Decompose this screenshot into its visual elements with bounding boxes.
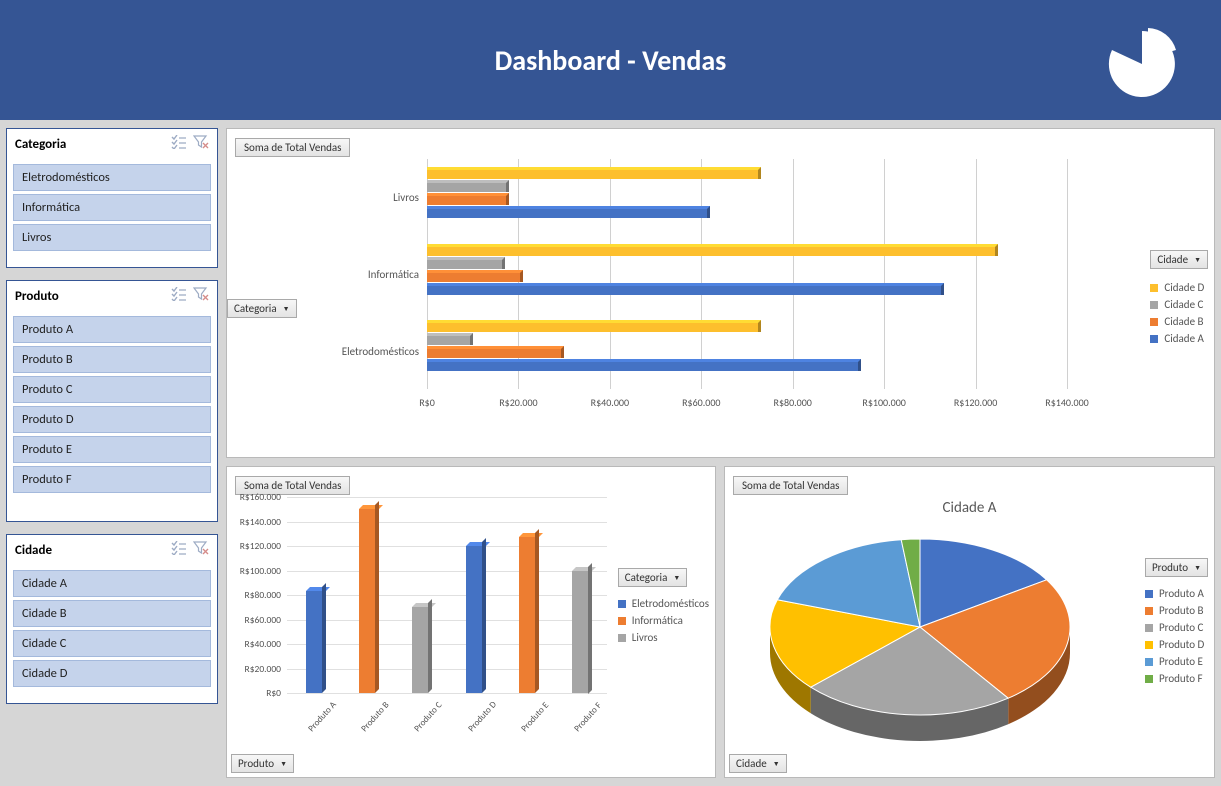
legend-item: Produto F [1145, 672, 1208, 685]
slicer-item[interactable]: Produto F [13, 466, 211, 493]
dashboard-header: Dashboard - Vendas [0, 0, 1221, 120]
legend-item: Produto C [1145, 621, 1208, 634]
clear-filter-icon[interactable] [193, 135, 209, 154]
slicer-item[interactable]: Produto E [13, 436, 211, 463]
legend-item: Produto D [1145, 638, 1208, 651]
legend-item: Produto B [1145, 604, 1208, 617]
slicer-item[interactable]: Cidade A [13, 570, 211, 597]
slicer-cidade: Cidade Cidade A Cidade B Cidade C Cidade… [6, 534, 218, 704]
pie-title: Cidade A [733, 499, 1206, 517]
slicer-title: Categoria [15, 137, 66, 152]
chart-legend: Cidade Cidade D Cidade C Cidade B Cidade… [1150, 249, 1208, 349]
slicer-item[interactable]: Eletrodomésticos [13, 164, 211, 191]
axis-field-cidade[interactable]: Cidade [729, 754, 787, 773]
slicer-produto: Produto Produto A Produto B Produto C Pr… [6, 280, 218, 522]
chart-value-chip: Soma de Total Vendas [733, 476, 848, 495]
legend-field-produto[interactable]: Produto [1145, 558, 1208, 577]
axis-field-produto[interactable]: Produto [231, 754, 294, 773]
legend-item: Produto A [1145, 587, 1208, 600]
multiselect-icon[interactable] [171, 287, 187, 306]
slicer-item[interactable]: Produto C [13, 376, 211, 403]
page-title: Dashboard - Vendas [495, 43, 727, 78]
slicer-item[interactable]: Produto A [13, 316, 211, 343]
slicer-panel: Categoria Eletrodomésticos Informática L… [6, 128, 218, 778]
legend-item: Cidade B [1150, 315, 1208, 328]
multiselect-icon[interactable] [171, 541, 187, 560]
legend-item: Produto E [1145, 655, 1208, 668]
slicer-item[interactable]: Cidade D [13, 660, 211, 687]
slicer-title: Cidade [15, 543, 52, 558]
legend-item: Eletrodomésticos [618, 597, 709, 610]
legend-item: Informática [618, 614, 709, 627]
slicer-title: Produto [15, 289, 59, 304]
slicer-item[interactable]: Livros [13, 224, 211, 251]
chart-vendas-por-categoria-cidade: Soma de Total Vendas Categoria R$0R$20.0… [226, 128, 1215, 458]
chart-plot-area [755, 527, 1085, 747]
slicer-item[interactable]: Produto D [13, 406, 211, 433]
chart-plot-area: R$0R$20.000R$40.000R$60.000R$80.000R$100… [427, 159, 1067, 409]
slicer-item[interactable]: Cidade C [13, 630, 211, 657]
slicer-categoria: Categoria Eletrodomésticos Informática L… [6, 128, 218, 268]
chart-legend: Produto Produto A Produto B Produto C Pr… [1145, 557, 1208, 689]
slicer-item[interactable]: Produto B [13, 346, 211, 373]
legend-field-categoria[interactable]: Categoria [618, 568, 688, 587]
clear-filter-icon[interactable] [193, 541, 209, 560]
axis-field-categoria[interactable]: Categoria [227, 299, 297, 318]
logo-pie-icon [1103, 25, 1181, 108]
legend-item: Cidade C [1150, 298, 1208, 311]
chart-vendas-por-produto: Soma de Total Vendas R$0R$20.000R$40.000… [226, 466, 716, 778]
clear-filter-icon[interactable] [193, 287, 209, 306]
slicer-item[interactable]: Cidade B [13, 600, 211, 627]
legend-item: Cidade D [1150, 281, 1208, 294]
legend-item: Cidade A [1150, 332, 1208, 345]
legend-field-cidade[interactable]: Cidade [1150, 250, 1208, 269]
multiselect-icon[interactable] [171, 135, 187, 154]
chart-pie-cidade: Soma de Total Vendas Cidade A Produto Pr… [724, 466, 1215, 778]
chart-value-chip: Soma de Total Vendas [235, 138, 350, 157]
chart-plot-area: R$0R$20.000R$40.000R$60.000R$80.000R$100… [287, 497, 607, 717]
legend-item: Livros [618, 631, 709, 644]
chart-legend: Categoria Eletrodomésticos Informática L… [618, 567, 709, 648]
slicer-item[interactable]: Informática [13, 194, 211, 221]
